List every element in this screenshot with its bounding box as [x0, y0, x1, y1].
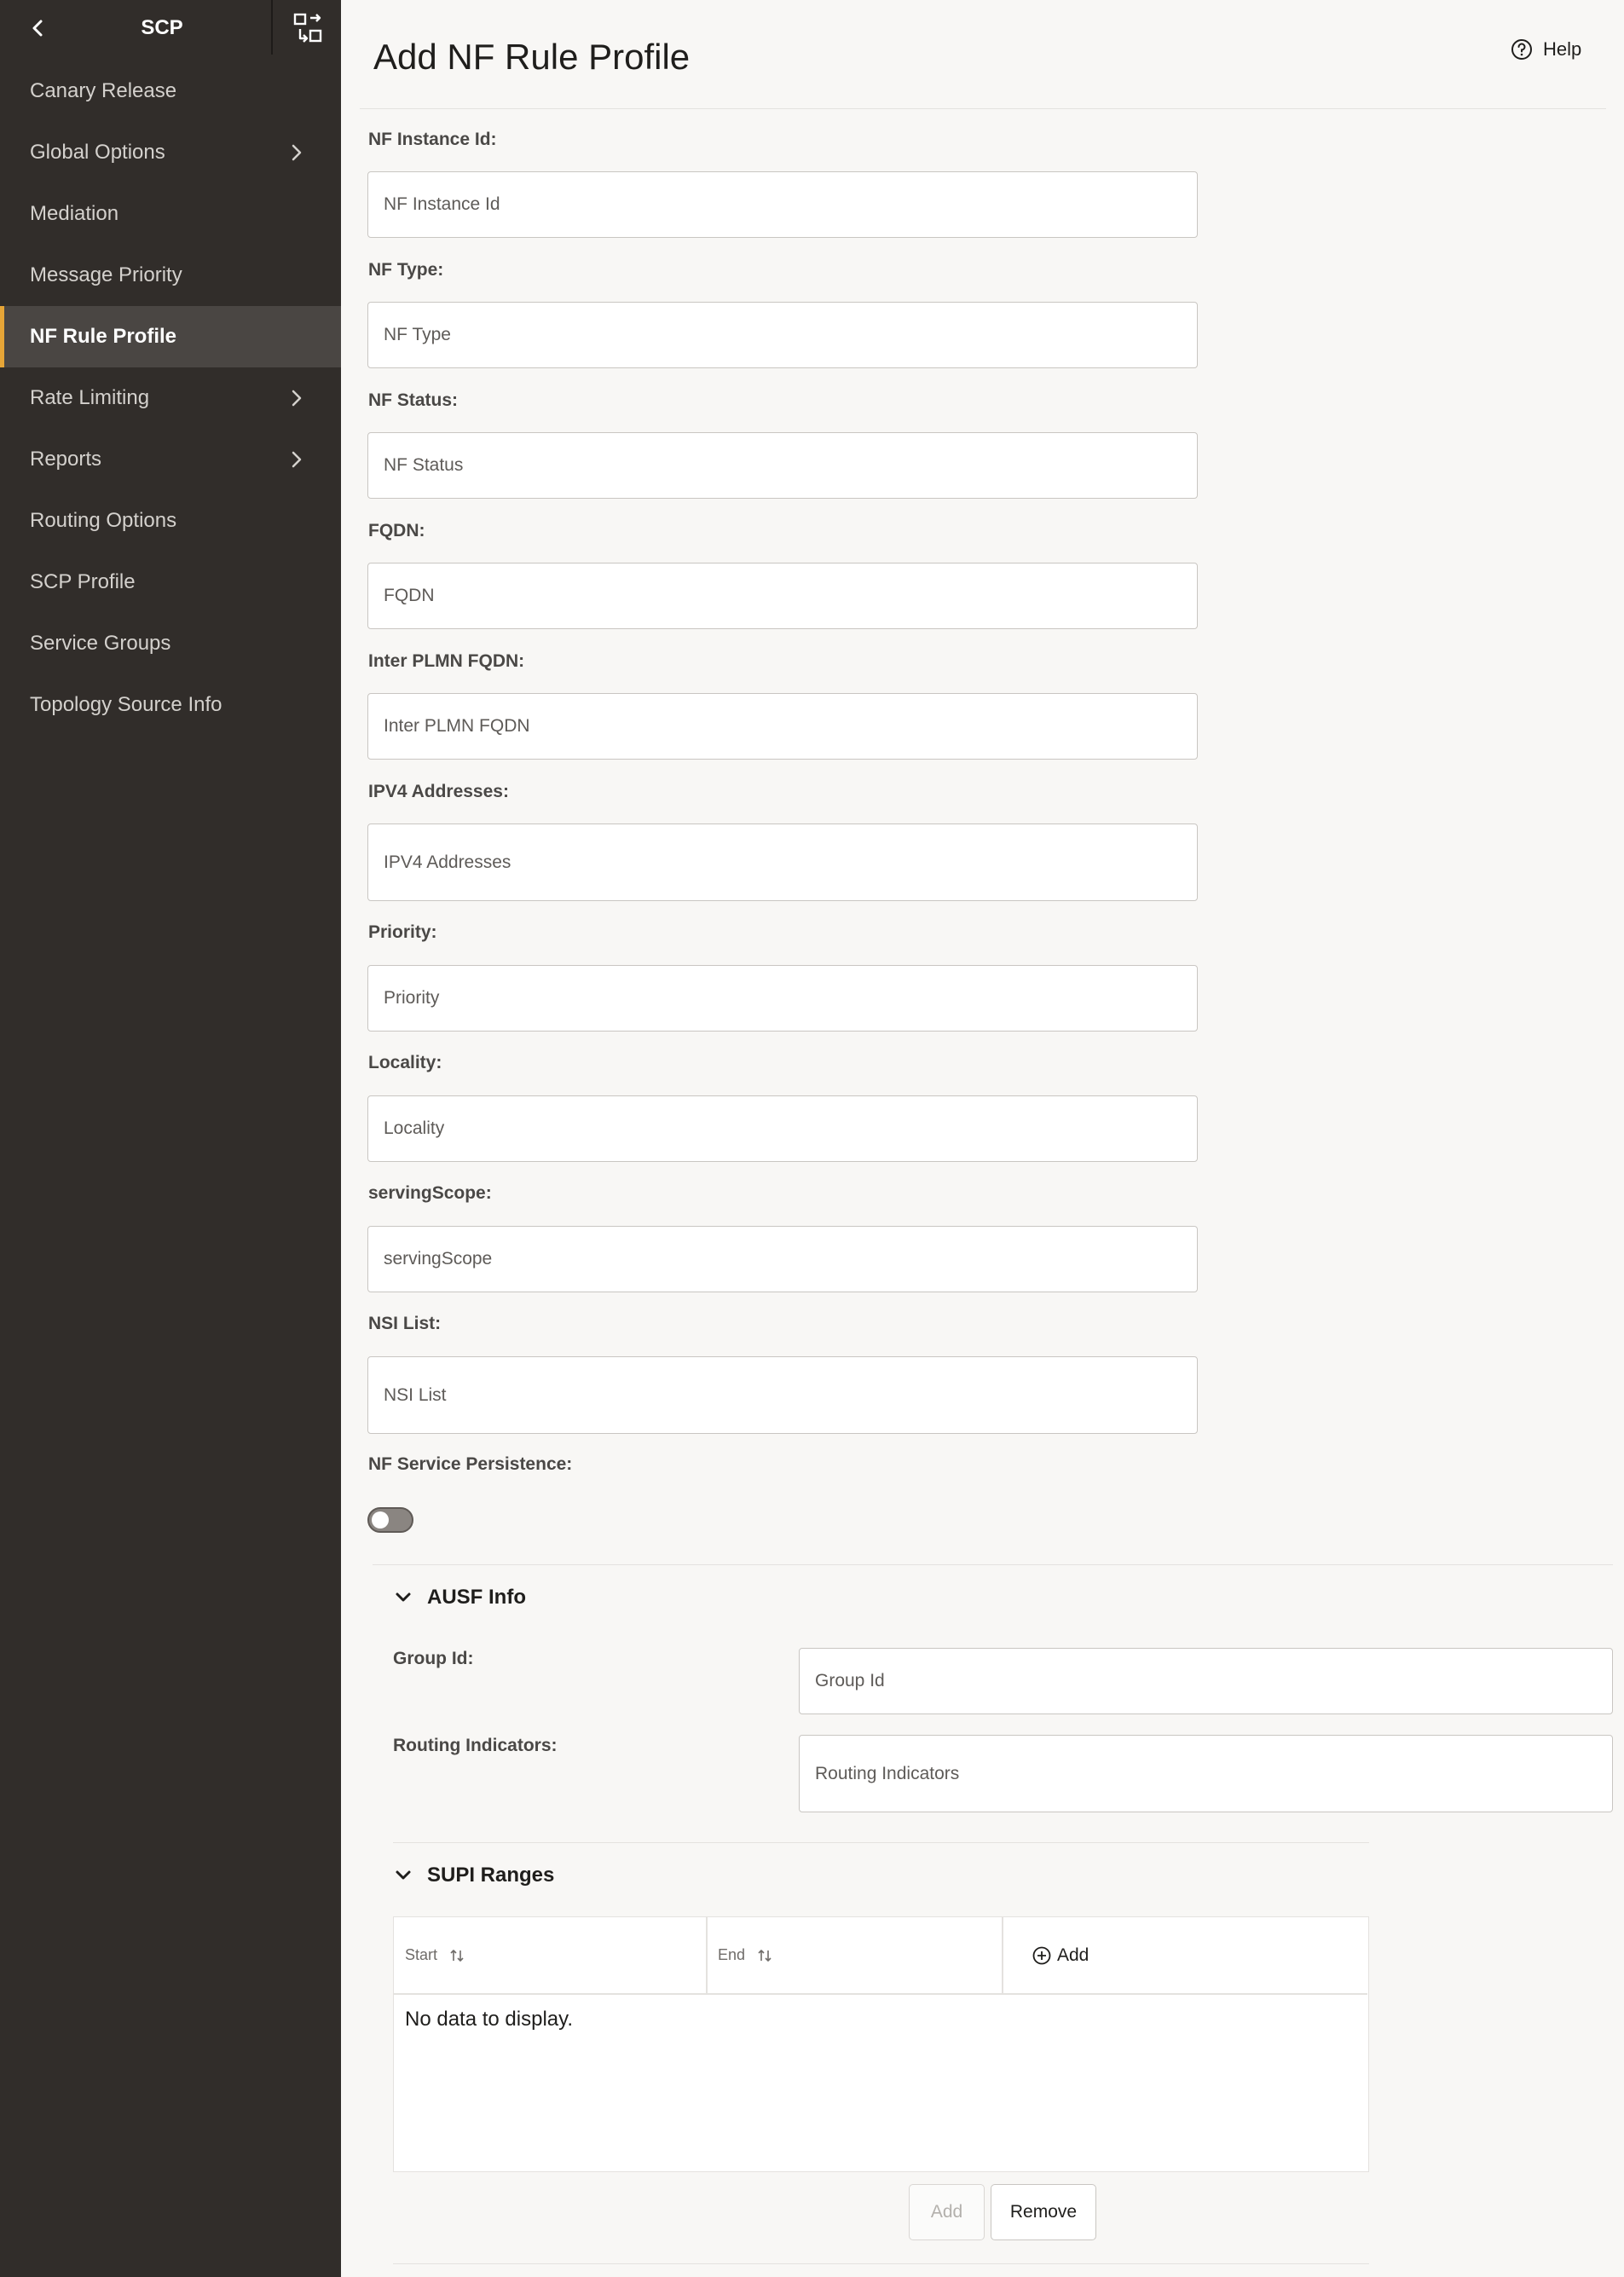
column-header-label: End — [718, 1946, 746, 1963]
sidebar-item-label: Mediation — [30, 202, 119, 225]
fqdn-label: FQDN: — [368, 521, 425, 540]
remove-button[interactable]: Remove — [991, 2184, 1096, 2240]
section-divider — [393, 2263, 1369, 2264]
sidebar-item-label: Message Priority — [30, 263, 182, 286]
help-button[interactable]: Help — [1511, 36, 1581, 63]
add-row-label: Add — [1057, 1945, 1089, 1965]
group-id-label: Group Id: — [393, 1649, 474, 1668]
supi-ranges-table: Start End Add No data to display. — [393, 1916, 1369, 2172]
sidebar-item-global-options[interactable]: Global Options — [0, 122, 341, 183]
priority-label: Priority: — [368, 922, 437, 942]
nsi-list-label: NSI List: — [368, 1314, 442, 1333]
priority-input[interactable] — [367, 965, 1198, 1032]
header-divider — [360, 108, 1606, 109]
sidebar-item-label: NF Rule Profile — [30, 325, 177, 348]
sidebar-item-rate-limiting[interactable]: Rate Limiting — [0, 367, 341, 429]
column-header-end[interactable]: End — [718, 1917, 772, 1993]
sidebar-item-topology-source-info[interactable]: Topology Source Info — [0, 674, 341, 736]
serving-scope-input[interactable] — [367, 1226, 1198, 1292]
serving-scope-label: servingScope: — [368, 1183, 492, 1203]
sidebar-item-label: Global Options — [30, 141, 165, 164]
section-divider — [373, 1564, 1613, 1565]
help-label: Help — [1543, 38, 1582, 60]
column-header-label: Start — [405, 1946, 438, 1963]
column-divider — [706, 1917, 708, 1993]
chevron-right-icon — [292, 144, 302, 161]
sidebar-header-divider — [271, 0, 273, 55]
locality-label: Locality: — [368, 1053, 442, 1072]
sidebar-title: SCP — [141, 16, 183, 39]
chevron-down-icon — [396, 1592, 411, 1602]
chevron-right-icon — [292, 451, 302, 468]
empty-table-message: No data to display. — [405, 2008, 574, 2031]
section-divider — [393, 1842, 1369, 1843]
sidebar: SCP Canary Release Global Options Mediat… — [0, 0, 341, 2277]
back-arrow-icon[interactable] — [24, 14, 53, 43]
sort-icon — [450, 1949, 464, 1962]
sidebar-item-reports[interactable]: Reports — [0, 429, 341, 490]
sidebar-item-label: Canary Release — [30, 79, 177, 102]
nf-type-label: NF Type: — [368, 260, 444, 280]
table-header-divider — [394, 1993, 1367, 1995]
sidebar-item-mediation[interactable]: Mediation — [0, 183, 341, 245]
sidebar-item-canary-release[interactable]: Canary Release — [0, 61, 341, 122]
ipv4-addresses-label: IPV4 Addresses: — [368, 782, 509, 801]
nf-instance-id-input[interactable] — [367, 171, 1198, 238]
nf-type-input[interactable] — [367, 302, 1198, 368]
nf-service-persistence-toggle[interactable] — [367, 1507, 413, 1533]
fqdn-input[interactable] — [367, 563, 1198, 629]
sort-icon — [758, 1949, 772, 1962]
chevron-down-icon — [396, 1870, 411, 1880]
sidebar-item-label: Topology Source Info — [30, 693, 223, 716]
nf-instance-id-label: NF Instance Id: — [368, 130, 497, 149]
routing-indicators-input[interactable] — [799, 1735, 1613, 1812]
add-button[interactable]: Add — [909, 2184, 985, 2240]
locality-input[interactable] — [367, 1095, 1198, 1162]
toggle-knob — [372, 1511, 389, 1529]
ipv4-addresses-input[interactable] — [367, 824, 1198, 901]
sidebar-item-label: Service Groups — [30, 632, 171, 655]
supi-ranges-header[interactable]: SUPI Ranges — [393, 1858, 554, 1893]
chevron-right-icon — [292, 390, 302, 407]
nsi-list-input[interactable] — [367, 1356, 1198, 1434]
help-icon — [1511, 39, 1532, 60]
routing-indicators-label: Routing Indicators: — [393, 1736, 558, 1755]
sidebar-item-label: Reports — [30, 448, 102, 471]
page-title: Add NF Rule Profile — [373, 37, 691, 77]
inter-plmn-fqdn-input[interactable] — [367, 693, 1198, 760]
nf-status-label: NF Status: — [368, 390, 458, 410]
nf-status-input[interactable] — [367, 432, 1198, 499]
sidebar-item-label: Rate Limiting — [30, 386, 150, 409]
sidebar-header: SCP — [0, 0, 341, 56]
sidebar-item-routing-options[interactable]: Routing Options — [0, 490, 341, 552]
ausf-info-header[interactable]: AUSF Info — [393, 1581, 526, 1615]
sidebar-item-service-groups[interactable]: Service Groups — [0, 613, 341, 674]
supi-ranges-title: SUPI Ranges — [427, 1864, 555, 1887]
sidebar-item-scp-profile[interactable]: SCP Profile — [0, 552, 341, 613]
column-divider — [1002, 1917, 1003, 1993]
column-header-start[interactable]: Start — [405, 1917, 465, 1993]
switch-view-icon[interactable] — [290, 10, 326, 46]
sidebar-item-message-priority[interactable]: Message Priority — [0, 245, 341, 306]
add-row-button[interactable]: Add — [1032, 1917, 1089, 1993]
inter-plmn-fqdn-label: Inter PLMN FQDN: — [368, 651, 525, 671]
group-id-input[interactable] — [799, 1648, 1613, 1714]
sidebar-item-label: Routing Options — [30, 509, 177, 532]
sidebar-item-nf-rule-profile[interactable]: NF Rule Profile — [0, 306, 341, 367]
add-circle-icon — [1032, 1946, 1051, 1964]
sidebar-item-label: SCP Profile — [30, 570, 136, 593]
ausf-info-title: AUSF Info — [427, 1586, 526, 1609]
nf-service-persistence-label: NF Service Persistence: — [368, 1454, 573, 1474]
